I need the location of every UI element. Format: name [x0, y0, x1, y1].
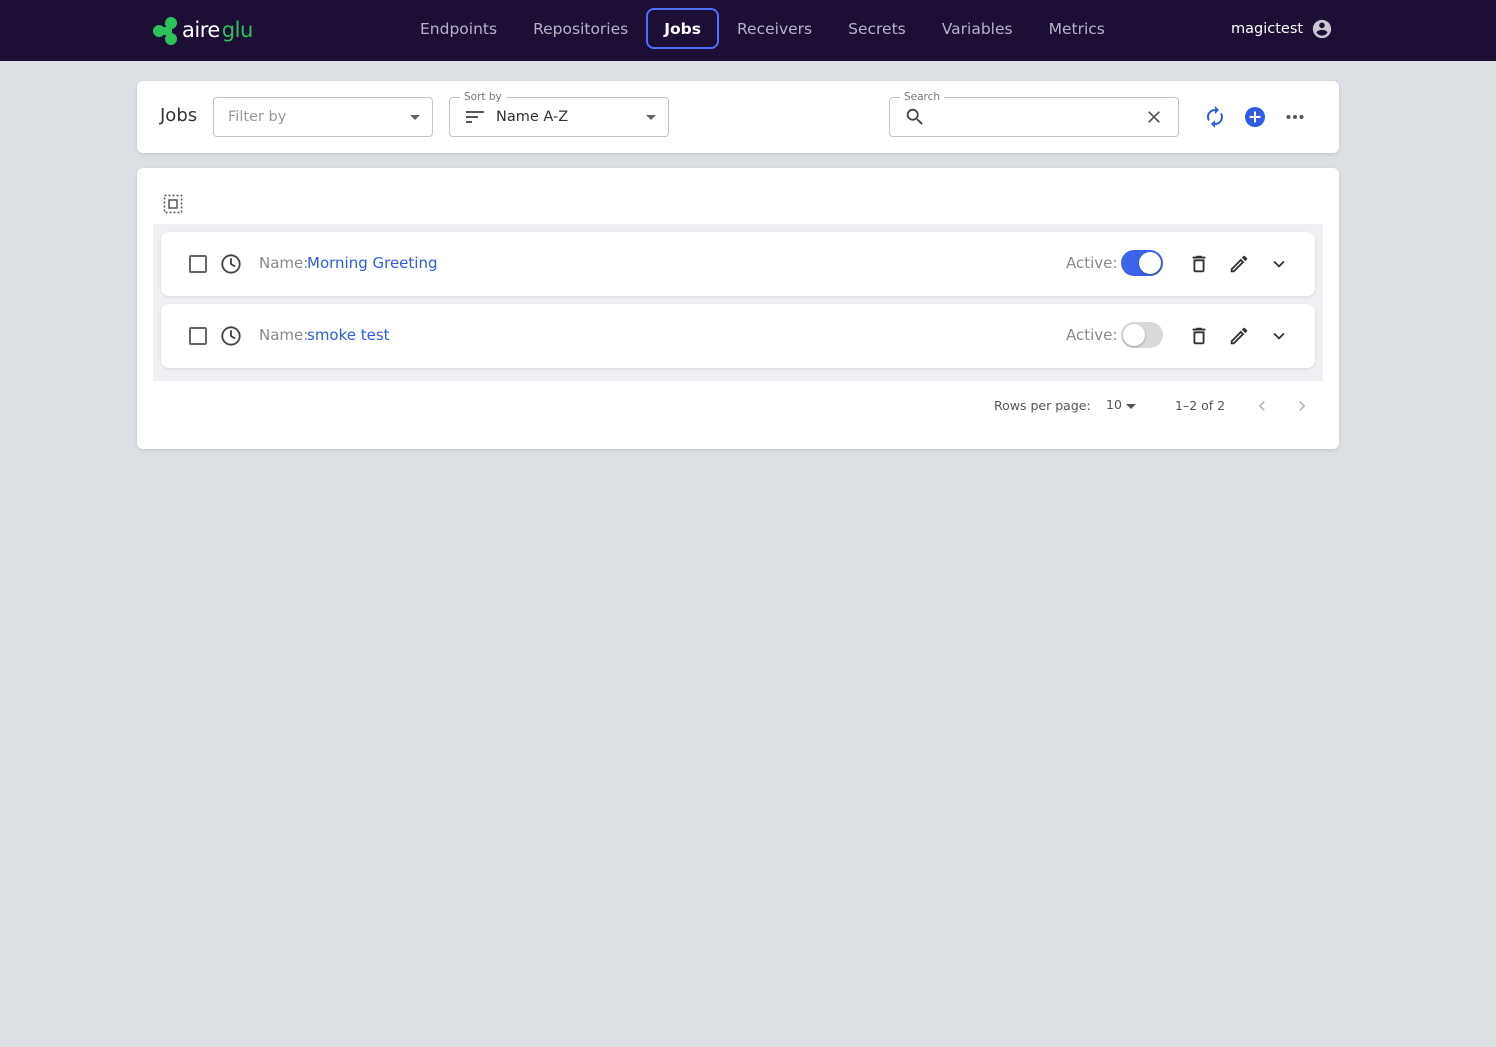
close-icon[interactable]: [1144, 107, 1164, 127]
brand-name-part2: glu: [221, 17, 253, 42]
active-toggle[interactable]: [1121, 322, 1163, 348]
aireglu-logo[interactable]: aire glu: [152, 14, 253, 46]
row-checkbox[interactable]: [189, 327, 207, 345]
sort-icon: [466, 111, 484, 123]
active-toggle[interactable]: [1121, 250, 1163, 276]
expand-button[interactable]: [1267, 324, 1291, 348]
job-name-link[interactable]: Morning Greeting: [307, 254, 438, 272]
job-name-link[interactable]: smoke test: [307, 326, 390, 344]
clock-icon: [221, 254, 241, 274]
active-label: Active:: [1066, 254, 1118, 272]
add-job-button[interactable]: [1239, 101, 1271, 133]
filter-select[interactable]: Filter by: [213, 97, 433, 137]
select-all-icon[interactable]: [163, 194, 183, 214]
chevron-right-icon[interactable]: [1292, 396, 1312, 416]
trash-icon: [1192, 255, 1206, 273]
search-label: Search: [900, 91, 945, 103]
chevron-down-icon: [1273, 260, 1285, 268]
sort-label: Sort by: [460, 91, 506, 103]
jobs-toolbar: Jobs Filter by Sort by Name A-Z Search: [137, 81, 1339, 153]
page-title: Jobs: [160, 105, 198, 126]
add-circle-icon: [1245, 107, 1265, 127]
refresh-button[interactable]: [1199, 101, 1231, 133]
toggle-knob: [1123, 324, 1145, 346]
pagination-range: 1–2 of 2: [1175, 398, 1226, 413]
nav-secrets[interactable]: Secrets: [830, 8, 924, 49]
pencil-icon: [1230, 255, 1248, 273]
refresh-icon: [1207, 106, 1223, 128]
main-nav: Endpoints Repositories Jobs Receivers Se…: [402, 8, 1123, 49]
edit-button[interactable]: [1227, 252, 1251, 276]
nav-metrics[interactable]: Metrics: [1031, 8, 1123, 49]
nav-receivers[interactable]: Receivers: [719, 8, 830, 49]
chevron-down-icon: [646, 115, 656, 120]
delete-button[interactable]: [1187, 252, 1211, 276]
search-icon: [906, 108, 923, 125]
expand-button[interactable]: [1267, 252, 1291, 276]
pagination: Rows per page: 10 1–2 of 2: [994, 396, 1324, 416]
nav-jobs[interactable]: Jobs: [646, 8, 719, 49]
jobs-list: Name: Morning Greeting Active: Name: smo…: [153, 224, 1323, 381]
chevron-down-icon[interactable]: [1126, 404, 1136, 409]
job-row[interactable]: Name: smoke test Active:: [161, 304, 1315, 368]
search-field[interactable]: Search: [889, 91, 1179, 137]
clock-icon: [221, 326, 241, 346]
nav-variables[interactable]: Variables: [924, 8, 1031, 49]
rows-per-page-label: Rows per page:: [994, 398, 1091, 413]
toggle-knob: [1139, 252, 1161, 274]
more-horizontal-icon: [1286, 115, 1304, 119]
delete-button[interactable]: [1187, 324, 1211, 348]
brand-name-part1: aire: [182, 17, 220, 42]
jobs-list-card: Name: Morning Greeting Active: Name: smo…: [137, 168, 1339, 449]
account-circle-icon: [1312, 19, 1332, 39]
top-navbar: aire glu Endpoints Repositories Jobs Rece…: [0, 0, 1496, 61]
pencil-icon: [1230, 327, 1248, 345]
more-options-button[interactable]: [1279, 101, 1311, 133]
aireglu-logo-icon: [153, 17, 177, 45]
nav-repositories[interactable]: Repositories: [515, 8, 646, 49]
trash-icon: [1192, 327, 1206, 345]
job-name-label: Name:: [259, 326, 309, 344]
filter-placeholder: Filter by: [228, 109, 287, 125]
rows-per-page-select[interactable]: 10: [1106, 397, 1122, 412]
active-label: Active:: [1066, 326, 1118, 344]
sort-value: Name A-Z: [496, 109, 569, 125]
chevron-left-icon[interactable]: [1252, 396, 1272, 416]
job-name-label: Name:: [259, 254, 309, 272]
user-menu[interactable]: magictest: [1231, 16, 1333, 42]
sort-select[interactable]: Sort by Name A-Z: [449, 91, 669, 137]
chevron-down-icon: [410, 115, 420, 120]
chevron-down-icon: [1273, 332, 1285, 340]
row-checkbox[interactable]: [189, 255, 207, 273]
job-row[interactable]: Name: Morning Greeting Active:: [161, 232, 1315, 296]
search-input[interactable]: [932, 102, 1144, 132]
username: magictest: [1231, 21, 1304, 37]
edit-button[interactable]: [1227, 324, 1251, 348]
nav-endpoints[interactable]: Endpoints: [402, 8, 515, 49]
